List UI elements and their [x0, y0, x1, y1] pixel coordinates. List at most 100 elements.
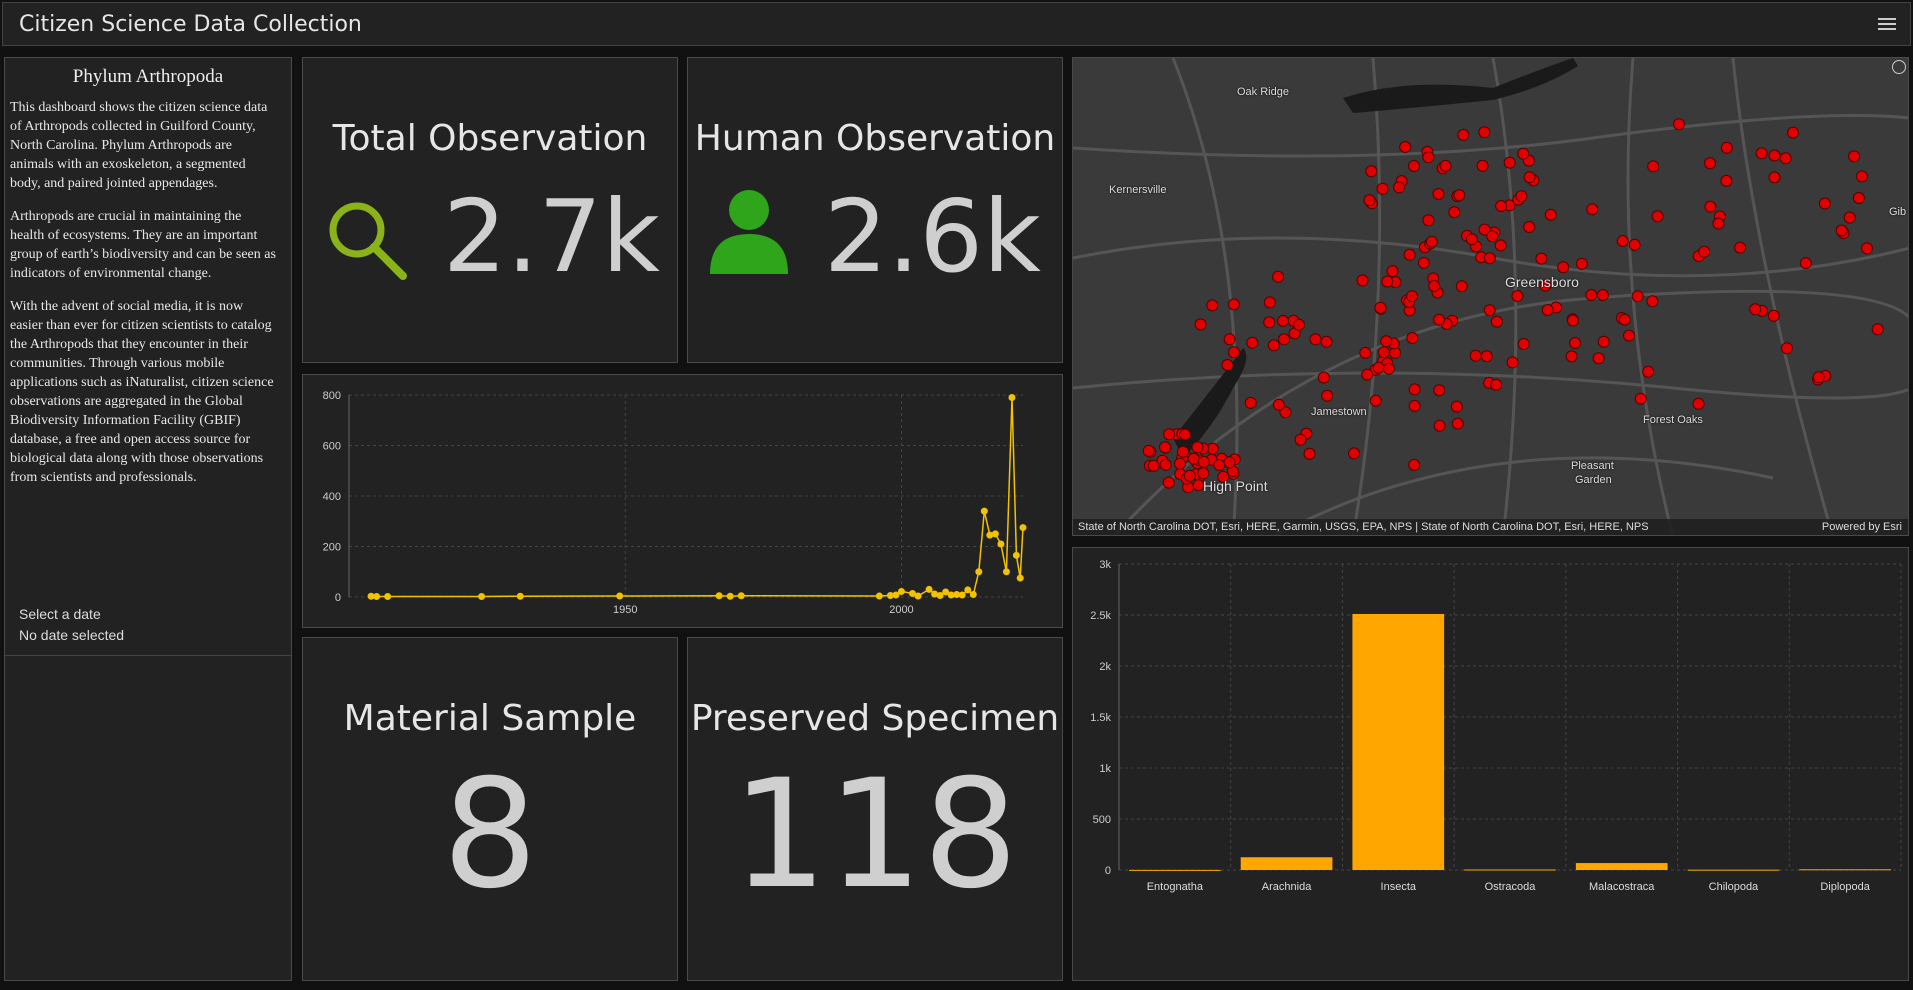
sidebar-heading: Phylum Arthropoda: [72, 66, 224, 87]
observation-point: [1408, 383, 1421, 396]
observation-point: [1197, 455, 1210, 468]
x-tick-label: Entognatha: [1147, 881, 1204, 893]
date-selector-value[interactable]: No date selected: [19, 627, 124, 643]
x-tick-label: Chilopoda: [1709, 881, 1759, 893]
observation-point: [1628, 238, 1641, 251]
data-point: [914, 592, 922, 600]
observation-point: [1179, 428, 1192, 441]
observation-point: [1317, 371, 1330, 384]
observation-point: [1767, 309, 1780, 322]
x-tick-label: Malacostraca: [1589, 881, 1655, 893]
observation-map[interactable]: Oak Ridge Kernersville Greensboro Jamest…: [1072, 57, 1909, 536]
observation-point: [1433, 384, 1446, 397]
bar: [1352, 613, 1445, 870]
observation-point: [1399, 141, 1412, 153]
observation-point: [1490, 315, 1503, 328]
data-point: [737, 592, 745, 600]
observation-point: [1321, 389, 1334, 402]
observation-point: [1142, 444, 1155, 457]
observation-point: [1720, 141, 1733, 154]
observation-point: [1377, 346, 1390, 359]
fullscreen-icon[interactable]: [1892, 60, 1906, 74]
observation-point: [1376, 182, 1389, 195]
observation-point: [1309, 333, 1322, 346]
date-selector[interactable]: Select a date No date selected: [19, 606, 124, 648]
sidebar-paragraph: Arthropods are crucial in maintaining th…: [10, 209, 276, 281]
observation-point: [1476, 159, 1489, 172]
x-tick-label: Ostracoda: [1485, 881, 1537, 893]
menu-icon[interactable]: [1878, 15, 1896, 33]
observation-point: [1174, 457, 1186, 470]
data-point: [715, 592, 723, 600]
observation-point: [1263, 316, 1276, 329]
observation-point: [1359, 346, 1372, 359]
observation-point: [1517, 147, 1530, 160]
kpi-value: 2.6k: [824, 178, 1041, 295]
observation-point: [1393, 181, 1405, 194]
observation-point: [1623, 329, 1635, 342]
kpi-material-sample: Material Sample 8: [302, 637, 678, 981]
data-point: [616, 592, 624, 600]
observation-point: [1835, 224, 1848, 237]
observation-point: [1871, 323, 1884, 336]
data-point: [1008, 394, 1016, 402]
observation-point: [1278, 333, 1290, 346]
observation-point: [1227, 298, 1240, 311]
observation-point: [1646, 295, 1659, 308]
map-canvas[interactable]: [1073, 58, 1909, 536]
observation-point: [1787, 126, 1799, 139]
kpi-total-observation: Total Observation 2.7k: [302, 57, 678, 363]
observation-point: [1631, 290, 1644, 303]
observation-point: [1428, 280, 1441, 292]
person-icon: [710, 190, 788, 274]
observation-point: [1712, 217, 1725, 230]
data-point: [1016, 574, 1024, 582]
observation-point: [1779, 152, 1792, 165]
map-place-label: Gib: [1889, 206, 1907, 218]
observation-point: [1597, 335, 1610, 348]
line-chart-svg: 0 200 400 600 800 1950 2000: [323, 390, 1027, 616]
observation-point: [1486, 230, 1499, 243]
observation-point: [1451, 417, 1464, 430]
powered-by-esri[interactable]: Powered by Esri: [1822, 519, 1902, 535]
observation-point: [1453, 189, 1466, 202]
observation-point: [1768, 171, 1781, 184]
observation-point: [1455, 280, 1468, 293]
observation-point: [1147, 459, 1160, 472]
sidebar-description: This dashboard shows the citizen science…: [5, 88, 291, 487]
observation-point: [1812, 371, 1825, 384]
bar: [1799, 869, 1891, 871]
map-place-label: Oak Ridge: [1237, 86, 1289, 98]
observation-point: [1277, 314, 1289, 327]
x-tick-label: Diplopoda: [1820, 881, 1870, 893]
observation-point: [1642, 365, 1655, 378]
observation-point: [1177, 445, 1189, 458]
data-point: [925, 585, 933, 593]
data-point: [980, 507, 988, 515]
observation-point: [1673, 118, 1685, 131]
observation-point: [1704, 157, 1716, 170]
observation-point: [1523, 221, 1536, 233]
observation-point: [1223, 333, 1236, 346]
observation-point: [1183, 469, 1196, 482]
observation-point: [1417, 256, 1430, 269]
observation-point: [1616, 235, 1629, 247]
observation-point: [1592, 352, 1605, 365]
sidebar-paragraph: With the advent of social media, it is n…: [10, 299, 274, 485]
observation-point: [1768, 149, 1781, 162]
observation-point: [1272, 398, 1285, 411]
observation-point: [1511, 290, 1524, 302]
y-tick-label: 600: [323, 441, 341, 453]
map-place-label: Forest Oaks: [1643, 414, 1703, 426]
observation-point: [1191, 441, 1204, 454]
observation-point: [1162, 476, 1175, 489]
observation-point: [1818, 197, 1831, 210]
observation-point: [1503, 156, 1516, 169]
app-header: Citizen Science Data Collection: [2, 2, 1911, 46]
app-title: Citizen Science Data Collection: [19, 11, 362, 37]
map-place-label: Garden: [1575, 474, 1612, 486]
observation-point: [1517, 338, 1530, 350]
map-place-label: Pleasant: [1571, 460, 1614, 472]
observation-point: [1227, 346, 1240, 359]
observation-point: [1403, 248, 1416, 261]
